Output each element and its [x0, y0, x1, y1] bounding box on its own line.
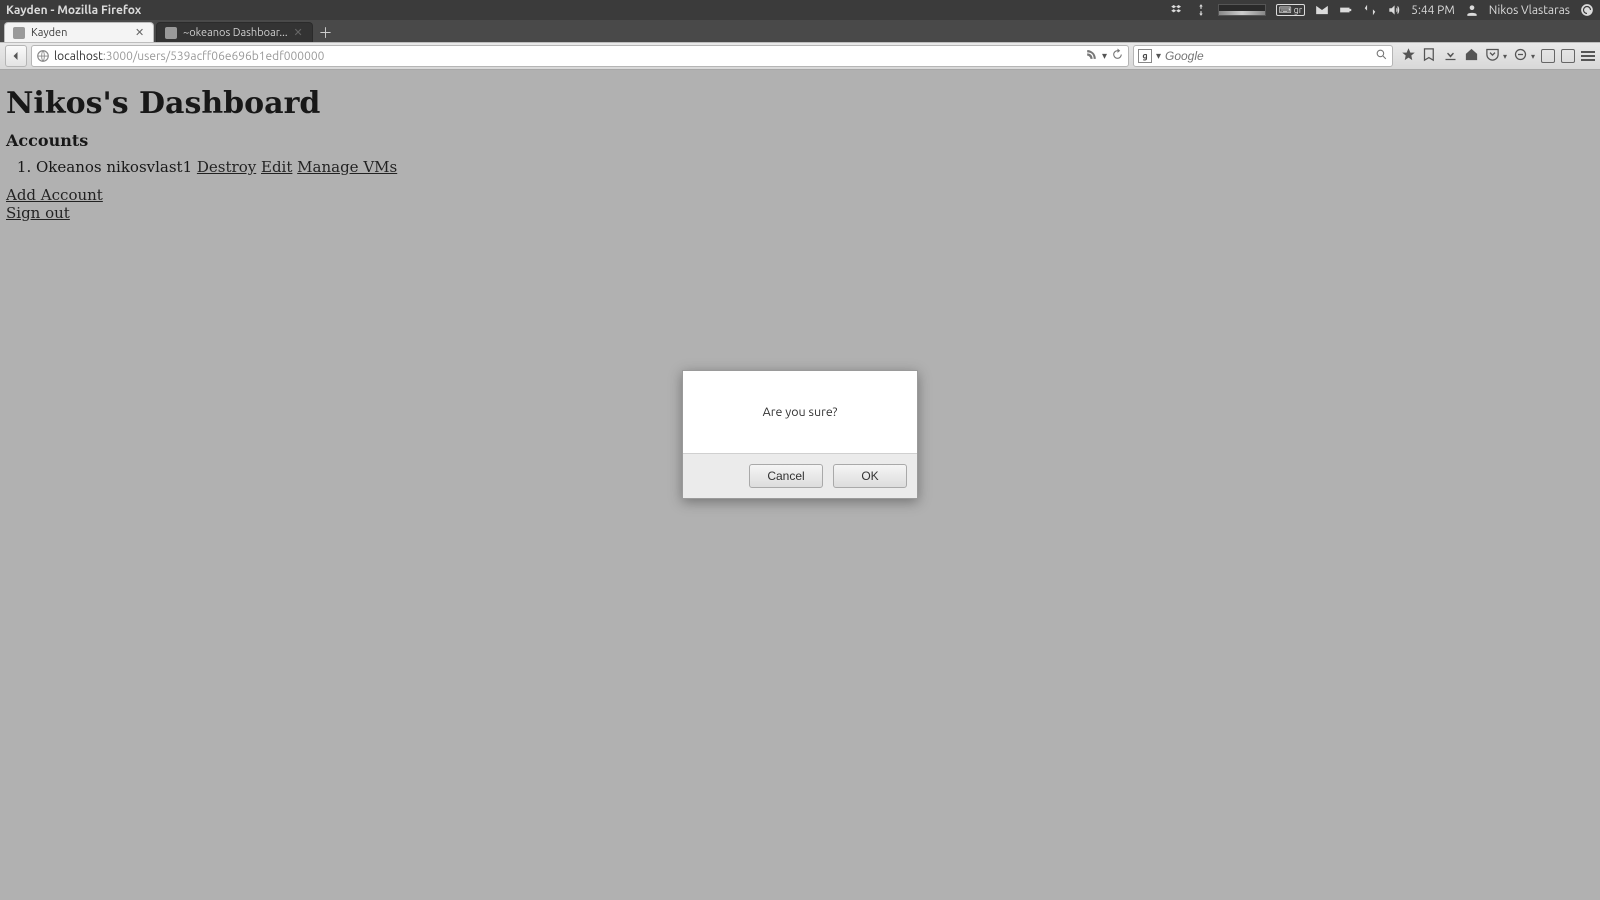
addon-icon[interactable] [1513, 47, 1528, 66]
network-icon[interactable] [1363, 3, 1377, 17]
search-input[interactable] [1165, 49, 1371, 63]
toolbar-icons: ▾ ▾ [1397, 47, 1595, 66]
browser-nav-toolbar: localhost:3000/users/539acff06e696b1edf0… [0, 42, 1600, 70]
cancel-button[interactable]: Cancel [749, 464, 823, 488]
user-icon[interactable] [1465, 3, 1479, 17]
clock[interactable]: 5:44 PM [1411, 4, 1455, 17]
sync-icon[interactable] [1194, 3, 1208, 17]
keyboard-layout-indicator[interactable]: ⌨gr [1276, 4, 1306, 16]
tab-label: ~okeanos Dashboar... [183, 27, 288, 39]
browser-tab[interactable]: ~okeanos Dashboar... ✕ [156, 22, 313, 42]
browser-tab-active[interactable]: Kayden ✕ [4, 22, 154, 42]
window-title: Kayden - Mozilla Firefox [6, 4, 141, 17]
reload-icon[interactable] [1111, 48, 1124, 64]
system-top-bar: Kayden - Mozilla Firefox ⌨gr 5:44 PM Nik… [0, 0, 1600, 20]
extension-icon-2[interactable] [1561, 49, 1575, 63]
dropbox-icon[interactable] [1170, 3, 1184, 17]
url-bar[interactable]: localhost:3000/users/539acff06e696b1edf0… [31, 45, 1129, 67]
tab-label: Kayden [31, 27, 129, 39]
search-engine-icon[interactable]: g [1138, 49, 1152, 63]
volume-icon[interactable] [1387, 3, 1401, 17]
back-button[interactable] [5, 45, 27, 67]
power-icon[interactable] [1580, 3, 1594, 17]
url-dropdown-icon[interactable]: ▾ [1102, 50, 1107, 62]
feed-icon[interactable] [1085, 48, 1098, 64]
url-text: localhost:3000/users/539acff06e696b1edf0… [54, 50, 1081, 63]
system-tray: ⌨gr 5:44 PM Nikos Vlastaras [1170, 3, 1594, 17]
browser-viewport: Nikos's Dashboard Accounts Okeanos nikos… [0, 70, 1600, 900]
search-bar[interactable]: g ▾ [1133, 45, 1393, 67]
browser-tab-strip: Kayden ✕ ~okeanos Dashboar... ✕ ＋ [0, 20, 1600, 42]
mail-icon[interactable] [1315, 3, 1329, 17]
menu-icon[interactable] [1581, 51, 1595, 61]
downloads-icon[interactable] [1443, 47, 1458, 66]
home-icon[interactable] [1464, 47, 1479, 66]
tab-close-icon[interactable]: ✕ [135, 28, 145, 38]
favicon-icon [13, 27, 25, 39]
system-monitor-graph[interactable] [1218, 4, 1266, 16]
bookmark-star-icon[interactable] [1401, 47, 1416, 66]
dialog-button-row: Cancel OK [683, 453, 917, 498]
user-name[interactable]: Nikos Vlastaras [1489, 4, 1570, 17]
bookmarks-menu-icon[interactable] [1422, 47, 1437, 66]
search-engine-dropdown-icon[interactable]: ▾ [1156, 50, 1161, 62]
extension-icon-1[interactable] [1541, 49, 1555, 63]
battery-icon[interactable] [1339, 3, 1353, 17]
ok-button[interactable]: OK [833, 464, 907, 488]
site-identity-icon[interactable] [36, 49, 50, 63]
new-tab-button[interactable]: ＋ [315, 24, 337, 42]
search-go-icon[interactable] [1375, 48, 1388, 64]
confirm-dialog: Are you sure? Cancel OK [682, 370, 918, 499]
dialog-message: Are you sure? [683, 371, 917, 453]
pocket-icon[interactable] [1485, 47, 1500, 66]
tab-close-icon[interactable]: ✕ [294, 28, 304, 38]
favicon-icon [165, 27, 177, 39]
